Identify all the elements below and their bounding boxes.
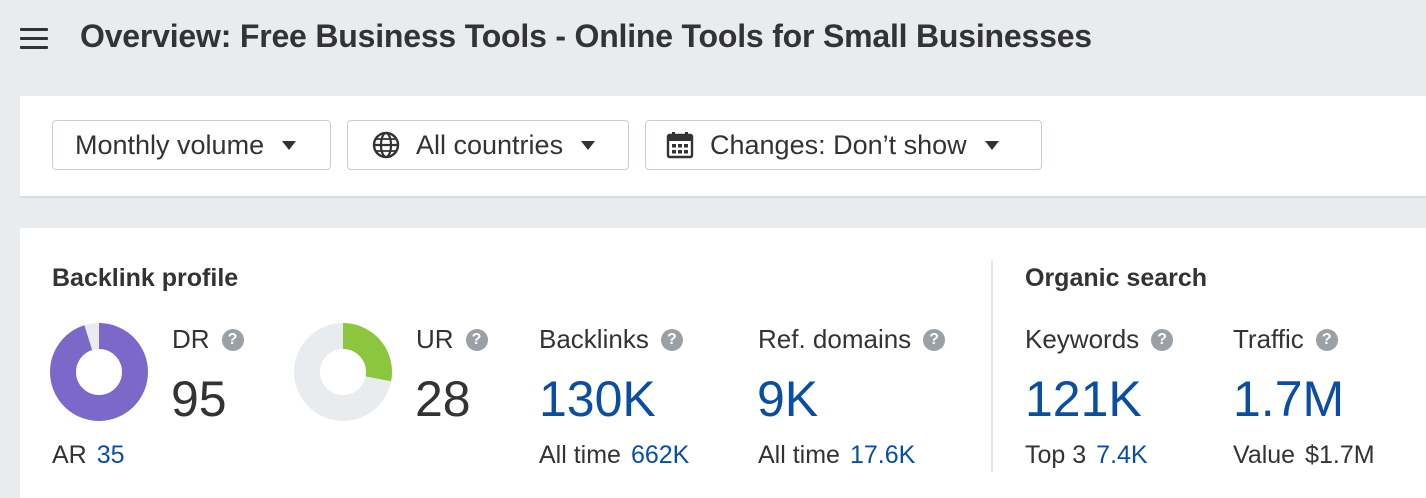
keywords-top3-row: Top 3 7.4K (1025, 441, 1148, 470)
dr-value: 95 (171, 371, 227, 427)
keywords-top3-label: Top 3 (1025, 441, 1087, 469)
question-mark-icon[interactable]: ? (465, 328, 488, 351)
backlink-profile-title: Backlink profile (52, 264, 239, 292)
question-mark-icon[interactable]: ? (923, 328, 946, 351)
backlinks-all-time-label: All time (539, 441, 621, 469)
backlinks-value-link[interactable]: 130K (539, 370, 656, 428)
backlinks-all-time-link[interactable]: 662K (631, 441, 689, 469)
traffic-value-row: Value $1.7M (1233, 441, 1375, 470)
ar-value-link[interactable]: 35 (97, 441, 125, 469)
question-mark-icon[interactable]: ? (221, 328, 244, 351)
question-mark-icon[interactable]: ? (1151, 328, 1174, 351)
caret-down-icon (282, 140, 297, 150)
keywords-label: Keywords (1025, 324, 1140, 354)
caret-down-icon (984, 140, 999, 150)
ur-metric: UR ? (416, 324, 488, 355)
backlinks-all-time-row: All time 662K (539, 441, 689, 470)
countries-dropdown[interactable]: All countries (347, 120, 629, 170)
traffic-label: Traffic (1233, 324, 1304, 354)
dr-metric: DR ? (172, 324, 244, 355)
calendar-icon (666, 132, 694, 159)
dr-label: DR (172, 324, 210, 354)
ref-domains-all-time-row: All time 17.6K (758, 441, 915, 470)
backlinks-label: Backlinks (539, 324, 649, 354)
keywords-top3-link[interactable]: 7.4K (1096, 441, 1147, 469)
filters-toolbar: Monthly volume All countries Changes: Do… (20, 96, 1426, 198)
backlinks-metric: Backlinks ? (539, 324, 683, 355)
question-mark-icon[interactable]: ? (1315, 328, 1338, 351)
app-header: Overview: Free Business Tools - Online T… (0, 0, 1426, 84)
globe-icon (372, 131, 400, 159)
ref-domains-value-link[interactable]: 9K (757, 370, 818, 428)
dr-donut-chart (50, 323, 148, 421)
ref-domains-label: Ref. domains (758, 324, 912, 354)
changes-label: Changes: Don’t show (710, 129, 967, 160)
question-mark-icon[interactable]: ? (660, 328, 683, 351)
keywords-value-link[interactable]: 121K (1025, 370, 1142, 428)
ar-row: AR 35 (52, 441, 125, 470)
traffic-value-amount: $1.7M (1305, 441, 1375, 469)
keywords-metric: Keywords ? (1025, 324, 1174, 355)
monthly-volume-dropdown[interactable]: Monthly volume (52, 120, 331, 170)
caret-down-icon (581, 140, 596, 150)
ur-value: 28 (415, 371, 471, 427)
ar-label: AR (52, 441, 87, 469)
section-divider (991, 260, 993, 472)
dr-donut-fill (50, 323, 148, 421)
monthly-volume-label: Monthly volume (75, 129, 265, 160)
ref-domains-metric: Ref. domains ? (758, 324, 946, 355)
overview-panel: Backlink profile DR ? 95 AR 35 UR ? 28 Ba… (20, 228, 1426, 498)
ur-label: UR (416, 324, 454, 354)
ur-donut-chart (294, 323, 392, 421)
traffic-value-label: Value (1233, 441, 1296, 469)
hamburger-menu-icon[interactable] (20, 28, 48, 52)
ref-domains-all-time-label: All time (758, 441, 840, 469)
organic-search-title: Organic search (1025, 264, 1208, 292)
page-title: Overview: Free Business Tools - Online T… (80, 18, 1092, 54)
changes-dropdown[interactable]: Changes: Don’t show (645, 120, 1042, 170)
ref-domains-all-time-link[interactable]: 17.6K (850, 441, 915, 469)
countries-label: All countries (416, 129, 564, 160)
traffic-value-link[interactable]: 1.7M (1233, 370, 1344, 428)
traffic-metric: Traffic ? (1233, 324, 1338, 355)
